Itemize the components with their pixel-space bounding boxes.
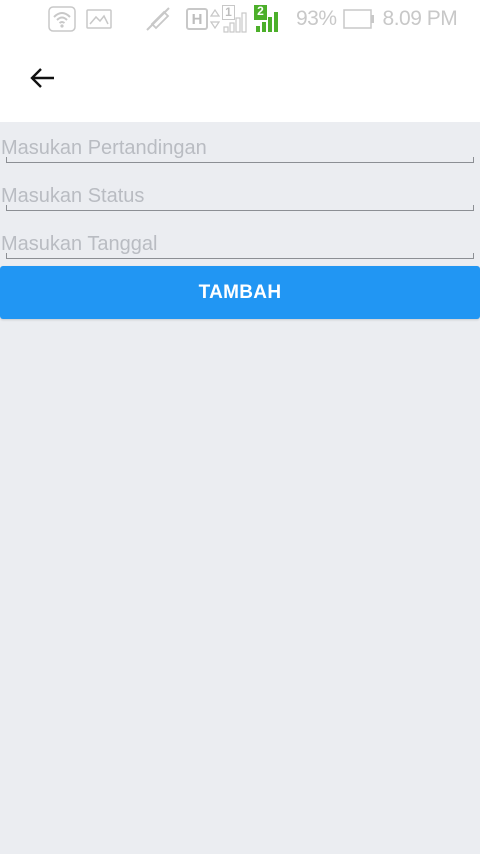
battery-icon xyxy=(342,9,375,29)
h-network-icon: H xyxy=(186,8,208,30)
add-button[interactable]: TAMBAH xyxy=(0,266,480,319)
status-bar: H 1 2 93% 8.09 PM xyxy=(0,0,480,38)
battery-percent: 93% xyxy=(296,7,337,30)
app-bar xyxy=(0,38,480,122)
sim2-signal-icon: 2 xyxy=(254,5,284,33)
mute-icon xyxy=(144,6,172,32)
status-underline xyxy=(6,205,474,211)
match-underline xyxy=(6,157,474,163)
wifi-icon xyxy=(48,6,76,32)
sim1-signal-icon: 1 xyxy=(222,5,252,33)
image-icon xyxy=(86,8,112,30)
clock: 8.09 PM xyxy=(382,7,458,30)
add-match-form: TAMBAH xyxy=(0,122,480,319)
status-field xyxy=(0,170,480,218)
data-arrows-icon xyxy=(210,8,220,30)
arrow-left-icon xyxy=(28,66,56,95)
date-underline xyxy=(6,253,474,259)
back-button[interactable] xyxy=(22,60,62,100)
date-field xyxy=(0,218,480,266)
match-field xyxy=(0,122,480,170)
